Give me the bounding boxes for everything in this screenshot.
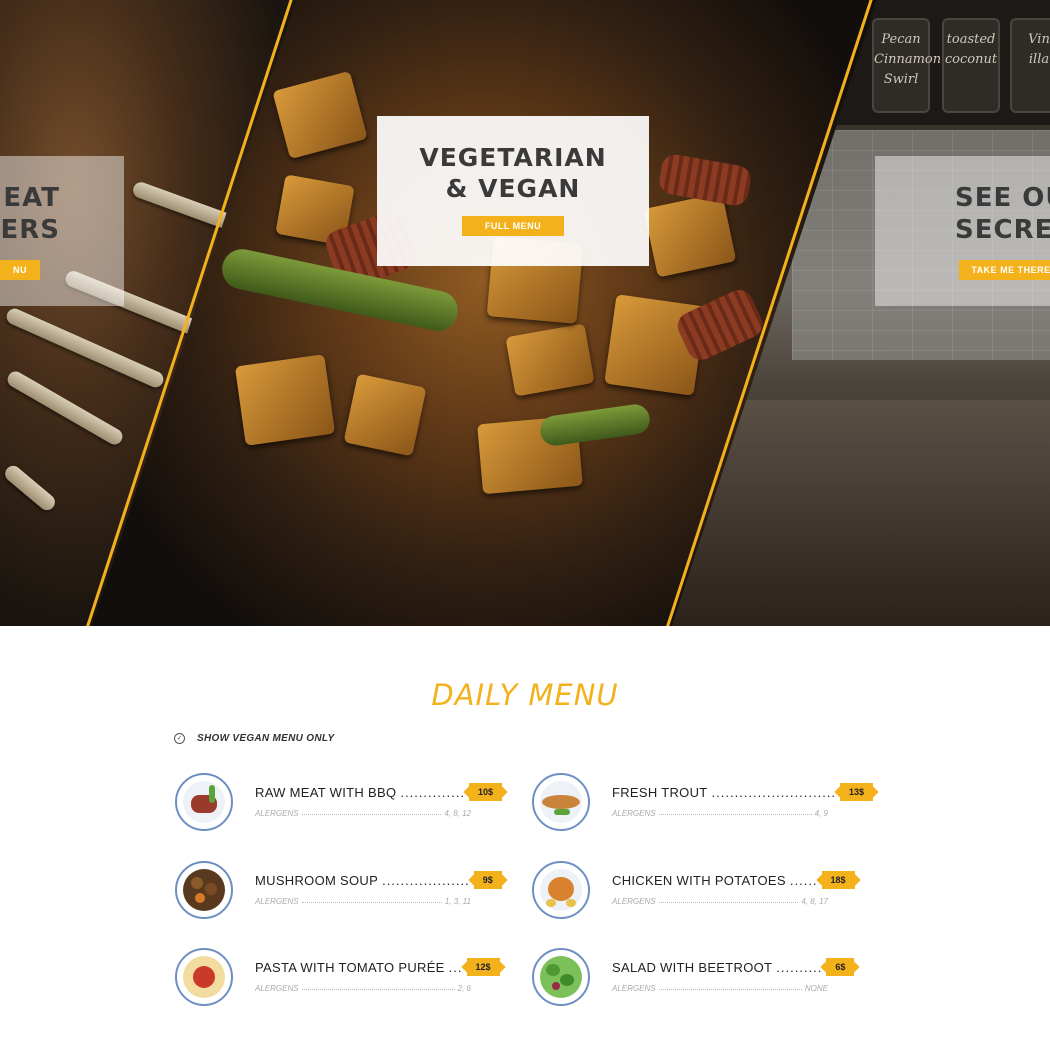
daily-menu-title: DAILY MENU [431, 678, 619, 712]
steak-plate-icon [175, 773, 233, 831]
allergen-values: 4, 8, 12 [444, 809, 471, 818]
price-tag: 9$ [473, 871, 502, 889]
dish-name: PASTA WITH TOMATO PURÉE [255, 959, 445, 975]
vegan-card-title-1: VEGETARIAN [419, 143, 607, 172]
menu-item[interactable]: PASTA WITH TOMATO PURÉE ... 12$ ALERGENS… [175, 948, 500, 1008]
jar-coconut: toasted coconut [942, 18, 1000, 113]
price-tag: 6$ [826, 958, 855, 976]
vegan-toggle-label: SHOW VEGAN MENU ONLY [197, 733, 335, 744]
secret-card: SEE OU SECRET TAKE ME THERE [875, 156, 1050, 306]
allergen-label: ALERGENS [255, 897, 299, 906]
menu-item[interactable]: MUSHROOM SOUP ................... 9$ ALE… [175, 861, 502, 921]
salad-plate-icon [532, 948, 590, 1006]
vegan-only-toggle[interactable]: ✓ SHOW VEGAN MENU ONLY [174, 733, 334, 744]
jar-vanilla: Vin illa [1010, 18, 1050, 113]
vegan-card-title-2: & VEGAN [445, 174, 581, 203]
dish-name: RAW MEAT WITH BBQ [255, 784, 397, 800]
take-me-there-button[interactable]: TAKE ME THERE [959, 260, 1050, 280]
price-tag: 13$ [840, 783, 874, 801]
allergen-values: 4, 8, 17 [801, 897, 828, 906]
menu-item[interactable]: CHICKEN WITH POTATOES ...... 18$ ALERGEN… [532, 861, 855, 921]
soup-plate-icon [175, 861, 233, 919]
vegetarian-vegan-card: VEGETARIAN & VEGAN FULL MENU [377, 116, 649, 266]
meat-card-title-2: ERS [0, 215, 60, 245]
dish-name: FRESH TROUT [612, 784, 708, 800]
chicken-plate-icon [532, 861, 590, 919]
checkmark-icon[interactable]: ✓ [174, 733, 185, 744]
allergen-values: 1, 3, 11 [444, 897, 471, 906]
secret-card-title-1: SEE OU [955, 183, 1050, 213]
allergen-values: NONE [804, 984, 828, 993]
hero-banner: Pecan Cinnamon Swirl toasted coconut Vin ill… [0, 0, 1050, 626]
price-tag: 18$ [821, 871, 855, 889]
full-menu-button[interactable]: FULL MENU [462, 216, 564, 236]
dish-name: SALAD WITH BEETROOT [612, 959, 773, 975]
allergen-label: ALERGENS [612, 897, 656, 906]
allergen-label: ALERGENS [255, 984, 299, 993]
allergen-label: ALERGENS [612, 984, 656, 993]
jar-pecan: Pecan Cinnamon Swirl [872, 18, 941, 113]
menu-item[interactable]: RAW MEAT WITH BBQ .............. 10$ ALE… [175, 773, 502, 833]
menu-item[interactable]: FRESH TROUT ........................... … [532, 773, 874, 833]
dish-name: CHICKEN WITH POTATOES [612, 872, 786, 888]
trout-plate-icon [532, 773, 590, 831]
secret-card-title-2: SECRET [955, 215, 1050, 245]
meat-card-button[interactable]: NU [0, 260, 40, 280]
menu-item[interactable]: SALAD WITH BEETROOT .......... 6$ ALERGE… [532, 948, 855, 1008]
allergen-label: ALERGENS [612, 809, 656, 818]
allergen-values: 2, 6 [457, 984, 471, 993]
meat-card-title-1: MEAT [0, 183, 60, 213]
pasta-plate-icon [175, 948, 233, 1006]
allergen-values: 4, 9 [814, 809, 828, 818]
price-tag: 12$ [466, 958, 500, 976]
dish-name: MUSHROOM SOUP [255, 872, 379, 888]
allergen-label: ALERGENS [255, 809, 299, 818]
meat-lovers-card: MEAT ERS NU [0, 156, 124, 306]
price-tag: 10$ [468, 783, 502, 801]
